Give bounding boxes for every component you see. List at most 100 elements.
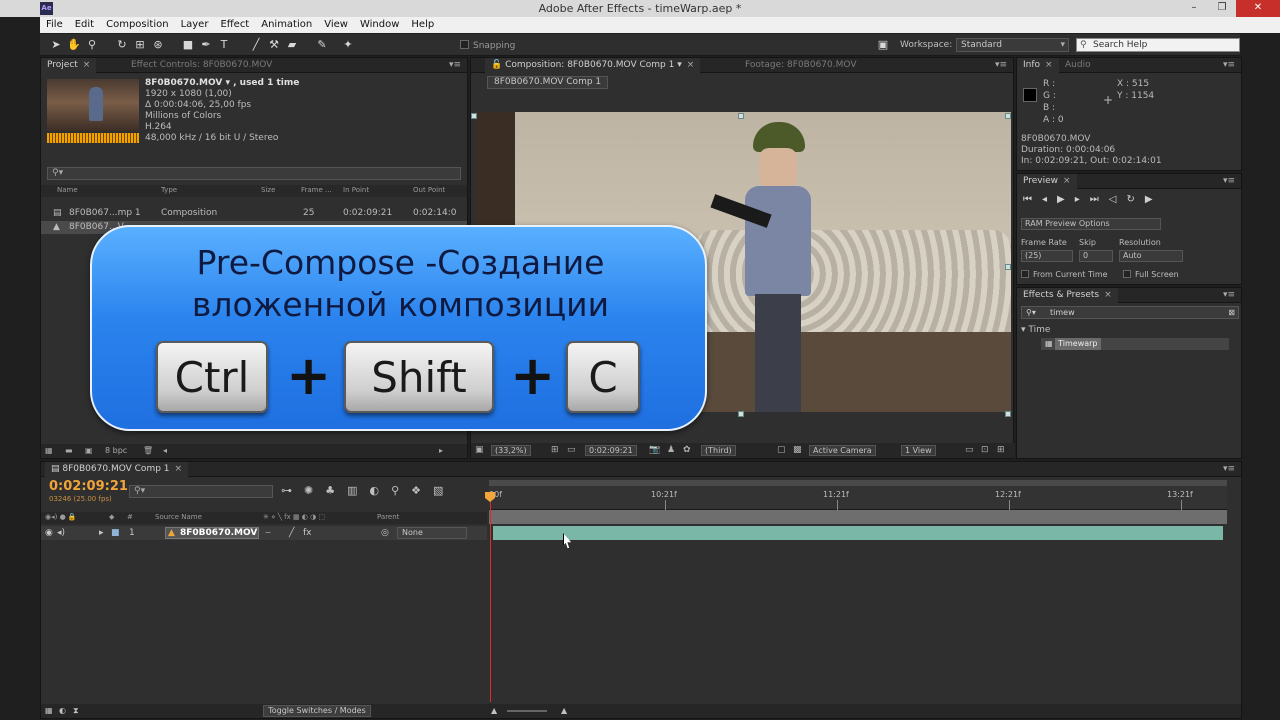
menu-help[interactable]: Help (405, 17, 440, 33)
audio-icon[interactable]: ◁ (1109, 194, 1127, 205)
tab-preview[interactable]: Preview × (1017, 174, 1077, 189)
toggle-switches-modes-button[interactable]: Toggle Switches / Modes (263, 705, 371, 717)
ram-preview-icon[interactable]: ▶ (1145, 194, 1163, 205)
parent-header[interactable]: Parent (377, 513, 399, 521)
menu-edit[interactable]: Edit (69, 17, 100, 33)
fast-previews-icon[interactable]: ⊡ (981, 443, 989, 458)
shy-switch-icon[interactable]: ⌣ (265, 526, 271, 540)
region-of-interest-icon[interactable]: ▢ (777, 443, 786, 458)
search-help-input[interactable]: ⚲ Search Help (1076, 38, 1240, 52)
tab-info[interactable]: Info × (1017, 58, 1059, 73)
panel-menu-icon[interactable]: ▾≡ (449, 58, 461, 73)
new-folder-icon[interactable]: ▬ (65, 444, 73, 458)
always-preview-icon[interactable]: ▣ (475, 443, 484, 458)
layer-row[interactable]: ◉ ◂) ▸ ■ 1 ▲ 8F0B0670.MOV ⌣ ╱ fx ◎ None (41, 526, 487, 540)
pixel-aspect-icon[interactable]: ▭ (965, 443, 974, 458)
scroll-left-icon[interactable]: ◂ (163, 444, 167, 458)
frame-rate-select[interactable]: (25) (1021, 250, 1073, 262)
tab-effects-presets[interactable]: Effects & Presets × (1017, 288, 1118, 303)
puppet-tool-icon[interactable]: ✦ (340, 38, 356, 52)
source-name-header[interactable]: Source Name (155, 513, 202, 521)
layer-handle[interactable] (738, 411, 744, 417)
menu-composition[interactable]: Composition (100, 17, 174, 33)
snapping-checkbox[interactable]: Snapping (460, 40, 515, 51)
flowchart-icon[interactable]: ⊞ (997, 443, 1005, 458)
lock-icon[interactable]: 🔓 (491, 60, 502, 70)
close-button[interactable]: ✕ (1236, 0, 1280, 17)
menu-view[interactable]: View (318, 17, 354, 33)
layer-switches-pane-icon[interactable]: ▦ (45, 704, 53, 718)
tab-audio[interactable]: Audio (1059, 58, 1097, 73)
menu-file[interactable]: File (40, 17, 69, 33)
audio-icon[interactable]: ◂) (57, 526, 65, 540)
close-icon[interactable]: × (1063, 176, 1071, 186)
trash-icon[interactable]: 🗑 (143, 444, 153, 458)
pan-behind-tool-icon[interactable]: ⊛ (150, 38, 166, 52)
zoom-slider[interactable] (507, 710, 547, 712)
resolution-select[interactable]: Auto (1119, 250, 1183, 262)
comp-breadcrumb[interactable]: 8F0B0670.MOV Comp 1 (487, 76, 609, 89)
camera-tool-icon[interactable]: ⊞ (132, 38, 148, 52)
first-frame-icon[interactable]: ⏮ (1023, 194, 1042, 205)
mask-visibility-icon[interactable]: ▭ (567, 443, 576, 458)
camera-select[interactable]: Active Camera (809, 445, 876, 456)
layer-duration-bar[interactable] (493, 526, 1223, 540)
interpret-footage-icon[interactable]: ▦ (45, 444, 53, 458)
show-snapshot-icon[interactable]: ♟ (667, 443, 675, 458)
panel-menu-icon[interactable]: ▾≡ (1223, 58, 1235, 73)
full-screen-checkbox[interactable]: Full Screen (1123, 270, 1179, 279)
resolution-select[interactable]: (Third) (701, 445, 736, 456)
quality-switch-icon[interactable]: ╱ (289, 526, 294, 540)
in-out-pane-icon[interactable]: ⧗ (73, 704, 79, 718)
label-color-icon[interactable]: ■ (111, 526, 120, 540)
type-tool-icon[interactable]: T (216, 38, 232, 52)
transparency-grid-icon[interactable]: ▩ (793, 443, 802, 458)
panel-menu-icon[interactable]: ▾≡ (1223, 174, 1235, 189)
layer-handle[interactable] (1005, 113, 1011, 119)
column-out-point[interactable]: Out Point (413, 186, 445, 194)
bpc-label[interactable]: 8 bpc (105, 444, 127, 458)
project-search-input[interactable]: ⚲▾ (47, 167, 461, 180)
current-time-indicator[interactable]: 0:02:09:21 (49, 479, 128, 494)
menu-window[interactable]: Window (354, 17, 405, 33)
timeline-search-input[interactable]: ⚲▾ (129, 485, 273, 498)
close-icon[interactable]: × (83, 60, 91, 70)
snapshot-icon[interactable]: 📷 (649, 443, 660, 458)
effects-search-input[interactable]: ⚲▾ timew ⊠ (1021, 306, 1239, 319)
pen-tool-icon[interactable]: ✒ (198, 38, 214, 52)
panel-menu-icon[interactable]: ▾≡ (1223, 288, 1235, 303)
menu-animation[interactable]: Animation (255, 17, 318, 33)
time-ruler[interactable]: 00f 10:21f 11:21f 12:21f 13:21f (489, 480, 1227, 510)
zoom-out-icon[interactable]: ▲ (491, 704, 497, 718)
tab-footage[interactable]: Footage: 8F0B0670.MOV (739, 58, 862, 73)
panel-menu-icon[interactable]: ▾≡ (1223, 462, 1235, 477)
comp-dropdown-icon[interactable]: ▾ (677, 60, 682, 70)
parent-pickwhip-icon[interactable]: ◎ (381, 526, 389, 540)
layer-source-name[interactable]: ▲ 8F0B0670.MOV (165, 527, 259, 539)
scroll-right-icon[interactable]: ▸ (439, 444, 443, 458)
safe-zones-icon[interactable]: ⊞ (551, 443, 559, 458)
close-icon[interactable]: × (1104, 290, 1112, 300)
rotation-tool-icon[interactable]: ↻ (114, 38, 130, 52)
layer-handle[interactable] (1005, 264, 1011, 270)
workspace-layout-icon[interactable]: ▣ (874, 38, 892, 52)
last-frame-icon[interactable]: ⏭ (1090, 194, 1109, 205)
effects-switch-icon[interactable]: fx (303, 526, 312, 540)
column-name[interactable]: Name (57, 186, 78, 194)
brush-tool-icon[interactable]: ╱ (248, 38, 264, 52)
menu-effect[interactable]: Effect (214, 17, 255, 33)
motion-blur-icon[interactable]: ◐ (370, 484, 392, 497)
roto-brush-tool-icon[interactable]: ✎ (314, 38, 330, 52)
ram-preview-options-select[interactable]: RAM Preview Options (1021, 218, 1161, 230)
rectangle-tool-icon[interactable]: ■ (180, 38, 196, 52)
column-in-point[interactable]: In Point (343, 186, 369, 194)
tab-effect-controls[interactable]: Effect Controls: 8F0B0670.MOV (125, 58, 278, 73)
work-area-range[interactable] (489, 510, 1227, 524)
layer-handle[interactable] (738, 113, 744, 119)
tab-composition[interactable]: 🔓 Composition: 8F0B0670.MOV Comp 1 ▾ × (485, 58, 701, 73)
from-current-time-checkbox[interactable]: From Current Time (1021, 270, 1108, 279)
workspace-select[interactable]: Standard (956, 38, 1069, 52)
project-row[interactable]: ▤ 8F0B067...mp 1 Composition 25 0:02:09:… (41, 207, 467, 220)
view-layout-select[interactable]: 1 View (901, 445, 936, 456)
magnification-select[interactable]: (33,2%) (491, 445, 531, 456)
